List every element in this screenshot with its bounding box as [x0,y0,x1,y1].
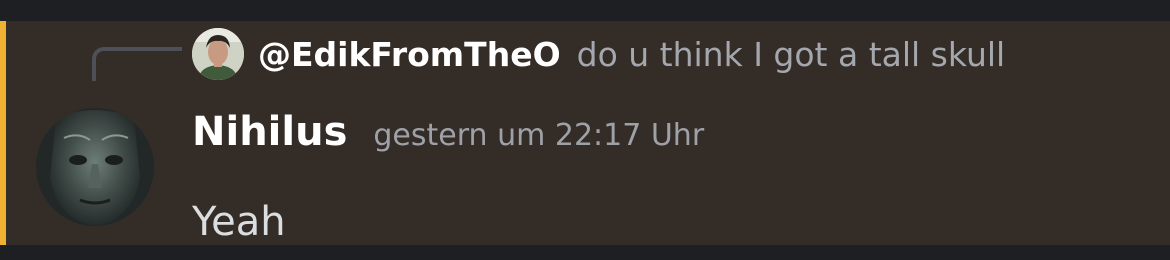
reply-reference[interactable]: @EdikFromTheO do u think I got a tall sk… [192,27,1005,81]
reply-avatar-icon [192,28,244,80]
reply-author-name[interactable]: @EdikFromTheO [258,35,561,74]
message-content: Yeah [192,199,286,245]
statue-face-avatar-icon [36,108,154,226]
mention-highlight-bar [0,21,6,245]
reply-avatar[interactable] [192,28,244,80]
author-name[interactable]: Nihilus [192,109,347,155]
author-avatar[interactable] [36,108,154,226]
message-timestamp[interactable]: gestern um 22:17 Uhr [373,118,704,153]
chat-view: @EdikFromTheO do u think I got a tall sk… [0,0,1170,260]
reply-preview-text[interactable]: do u think I got a tall skull [577,35,1006,74]
message-item[interactable]: @EdikFromTheO do u think I got a tall sk… [0,21,1170,245]
reply-connector-line [92,47,182,81]
message-header: Nihilus gestern um 22:17 Uhr [192,109,704,161]
